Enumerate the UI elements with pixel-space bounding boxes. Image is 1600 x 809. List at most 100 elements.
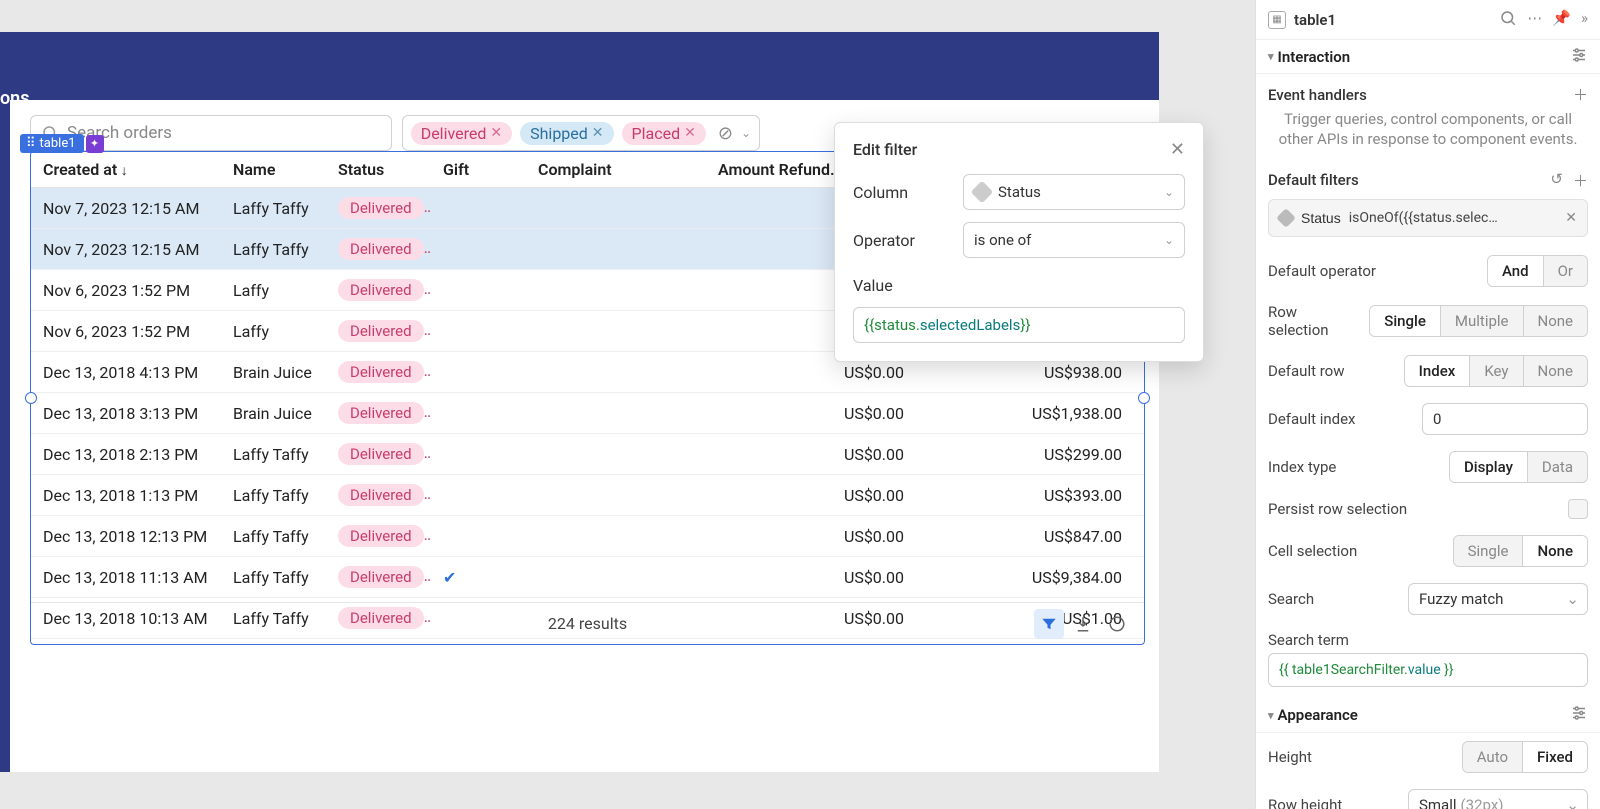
created-cell: Dec 13, 2018 2:13 PM (31, 434, 221, 475)
pin-icon[interactable]: 📌 (1552, 9, 1571, 31)
search-orders-field[interactable] (67, 123, 381, 143)
chevron-down-icon[interactable]: ⌄ (741, 126, 751, 140)
table-row[interactable]: Dec 13, 2018 1:13 PMLaffy TaffyDelivered… (31, 475, 1144, 516)
more-icon[interactable]: ⋯ (1527, 9, 1542, 31)
segment-option[interactable]: None (1523, 536, 1587, 566)
status-cell: Delivered (326, 434, 431, 475)
table-footer: 224 results (31, 602, 1144, 644)
column-header[interactable]: Created at ↓ (31, 152, 221, 188)
search-mode-select[interactable]: Fuzzy match (1408, 583, 1588, 615)
table-row[interactable]: Dec 13, 2018 3:13 PMBrain JuiceDelivered… (31, 393, 1144, 434)
appearance-section-header[interactable]: Appearance (1256, 699, 1600, 733)
search-row: Search Fuzzy match (1256, 575, 1600, 623)
status-cell: Delivered (326, 516, 431, 557)
segment-option[interactable]: Data (1528, 452, 1587, 482)
value-label: Value (853, 270, 963, 295)
interaction-section-header[interactable]: Interaction (1256, 40, 1600, 74)
ai-sparkle-icon[interactable]: ✦ (86, 135, 104, 153)
gift-cell: ✔ (431, 557, 526, 598)
gift-cell (431, 188, 526, 229)
filter-chip[interactable]: Delivered ✕ (411, 122, 512, 145)
status-chip-bar[interactable]: Delivered ✕ Shipped ✕ Placed ✕ ⊘ ⌄ (402, 115, 760, 151)
column-header[interactable]: Status (326, 152, 431, 188)
segment-option[interactable]: Index (1405, 356, 1471, 386)
remove-filter-icon[interactable]: ✕ (1565, 210, 1577, 226)
created-cell: Dec 13, 2018 3:13 PM (31, 393, 221, 434)
complaint-cell (526, 393, 706, 434)
table-row[interactable]: Dec 13, 2018 11:13 AMLaffy TaffyDelivere… (31, 557, 1144, 598)
remove-chip-icon[interactable]: ✕ (490, 125, 502, 141)
component-name[interactable]: table1 (1294, 11, 1491, 29)
complaint-cell (526, 434, 706, 475)
remove-chip-icon[interactable]: ✕ (684, 125, 696, 141)
search-icon[interactable] (1499, 9, 1517, 31)
persist-toggle[interactable] (1568, 499, 1588, 519)
default-row-segmented[interactable]: IndexKeyNone (1404, 355, 1588, 387)
operator-select[interactable]: is one of ⌄ (963, 222, 1185, 258)
segment-option[interactable]: Key (1470, 356, 1523, 386)
check-icon: ✔ (443, 568, 456, 587)
default-index-input[interactable]: 0 (1422, 403, 1588, 435)
name-cell: Laffy Taffy (221, 475, 326, 516)
name-cell: Brain Juice (221, 352, 326, 393)
column-header[interactable]: Complaint (526, 152, 706, 188)
name-cell: Brain Juice (221, 393, 326, 434)
component-tag[interactable]: ⠿ table1 (20, 134, 84, 153)
index-type-segmented[interactable]: DisplayData (1449, 451, 1588, 483)
column-select[interactable]: Status ⌄ (963, 174, 1185, 210)
name-cell: Laffy Taffy (221, 557, 326, 598)
settings-icon[interactable] (1570, 704, 1588, 726)
segment-option[interactable]: None (1524, 356, 1588, 386)
column-header[interactable]: Gift (431, 152, 526, 188)
complaint-cell (526, 516, 706, 557)
status-cell: Delivered (326, 188, 431, 229)
cell-selection-segmented[interactable]: SingleNone (1453, 535, 1588, 567)
remove-chip-icon[interactable]: ✕ (592, 125, 604, 141)
amount-cell: US$0.00 (706, 516, 926, 557)
filter-chip[interactable]: Placed ✕ (622, 122, 706, 145)
total-cell: US$9,384.00 (926, 557, 1144, 598)
settings-icon[interactable] (1570, 46, 1588, 68)
status-cell: Delivered (326, 352, 431, 393)
chevron-down-icon: ⌄ (1164, 233, 1174, 247)
index-type-row: Index type DisplayData (1256, 443, 1600, 491)
event-handlers-header: Event handlers ＋ (1256, 74, 1600, 109)
segment-option[interactable]: Display (1450, 452, 1528, 482)
download-icon[interactable] (1068, 609, 1098, 639)
filter-icon[interactable] (1034, 609, 1064, 639)
segment-option[interactable]: Fixed (1523, 742, 1587, 772)
segment-option[interactable]: And (1488, 256, 1544, 286)
column-header[interactable]: Name (221, 152, 326, 188)
segment-option[interactable]: None (1524, 306, 1588, 336)
height-segmented[interactable]: AutoFixed (1462, 741, 1588, 773)
value-code-input[interactable]: {{status.selectedLabels}} (853, 307, 1185, 343)
column-label: Column (853, 183, 963, 202)
results-count: 224 results (548, 614, 627, 633)
segment-option[interactable]: Auto (1463, 742, 1523, 772)
clear-chips-icon[interactable]: ⊘ (718, 123, 733, 144)
default-operator-segmented[interactable]: AndOr (1487, 255, 1588, 287)
row-selection-segmented[interactable]: SingleMultipleNone (1369, 305, 1588, 337)
add-filter-icon[interactable]: ＋ (1573, 170, 1588, 191)
amount-cell: US$0.00 (706, 393, 926, 434)
complaint-cell (526, 188, 706, 229)
table-row[interactable]: Dec 13, 2018 2:13 PMLaffy TaffyDelivered… (31, 434, 1144, 475)
filter-chip[interactable]: Shipped ✕ (520, 122, 613, 145)
total-cell: US$393.00 (926, 475, 1144, 516)
segment-option[interactable]: Single (1454, 536, 1524, 566)
segment-option[interactable]: Or (1544, 256, 1587, 286)
table-row[interactable]: Dec 13, 2018 12:13 PMLaffy TaffyDelivere… (31, 516, 1144, 557)
add-handler-icon[interactable]: ＋ (1573, 84, 1588, 105)
popover-title: Edit filter (853, 140, 917, 159)
cell-selection-row: Cell selection SingleNone (1256, 527, 1600, 575)
segment-option[interactable]: Single (1370, 306, 1441, 336)
row-height-select[interactable]: Small(32px) (1408, 789, 1588, 809)
search-term-input[interactable]: {{ table1SearchFilter.value }} (1268, 653, 1588, 687)
default-filter-item[interactable]: Status isOneOf({{status.selec… ✕ (1268, 199, 1588, 237)
name-cell: Laffy Taffy (221, 229, 326, 270)
close-icon[interactable]: ✕ (1170, 139, 1185, 160)
expand-icon[interactable]: » (1581, 9, 1588, 31)
reset-filters-icon[interactable]: ↺ (1550, 170, 1563, 191)
refresh-icon[interactable] (1102, 609, 1132, 639)
segment-option[interactable]: Multiple (1441, 306, 1524, 336)
